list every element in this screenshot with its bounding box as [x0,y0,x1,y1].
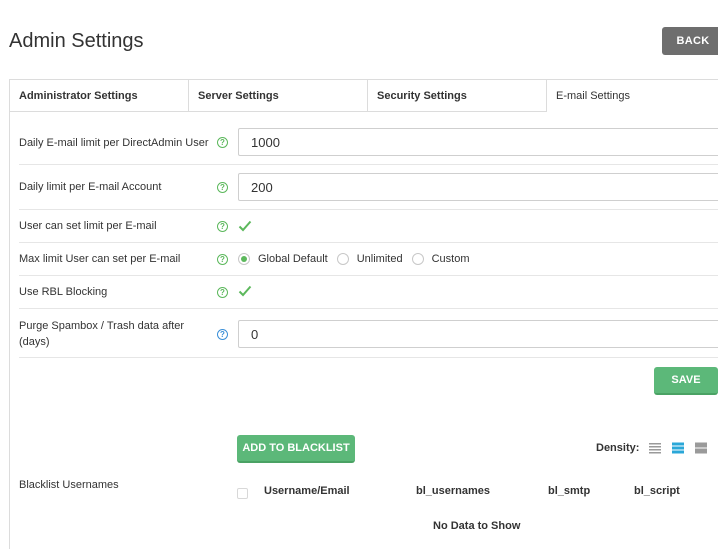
radio-label-custom: Custom [431,253,470,265]
tab-bar: Administrator Settings Server Settings S… [10,80,718,112]
purge-label: Purge Spambox / Trash data after (days) [19,318,184,350]
density-compact-icon[interactable] [649,442,662,454]
column-header-bl-smtp[interactable]: bl_smtp [548,485,590,497]
radio-custom[interactable] [411,253,424,265]
max-limit-label: Max limit User can set per E-mail [19,253,181,265]
rbl-label: Use RBL Blocking [19,286,108,298]
save-button[interactable]: SAVE [654,367,718,395]
setting-row-user-set-limit: User can set limit per E-mail ? [19,211,718,243]
setting-row-daily-limit-account: Daily limit per E-mail Account ? 200 [19,166,718,210]
empty-table-message: No Data to Show [433,520,521,532]
column-header-username[interactable]: Username/Email [264,485,350,497]
purge-label-line2: (days) [19,336,50,348]
back-button[interactable]: BACK [662,27,718,55]
settings-panel: Administrator Settings Server Settings S… [9,79,718,549]
radio-label-unlimited: Unlimited [356,253,403,265]
column-header-bl-usernames[interactable]: bl_usernames [416,485,490,497]
tab-security-settings[interactable]: Security Settings [368,80,547,112]
purge-label-line1: Purge Spambox / Trash data after [19,320,185,332]
user-set-limit-checkbox[interactable] [238,219,252,233]
setting-row-rbl: Use RBL Blocking ? [19,277,718,309]
daily-limit-user-label: Daily E-mail limit per DirectAdmin User [19,137,209,149]
density-label: Density: [596,442,640,454]
radio-label-global-default: Global Default [258,253,328,265]
blacklist-section-label: Blacklist Usernames [19,479,119,491]
setting-row-max-limit: Max limit User can set per E-mail ? Glob… [19,244,718,276]
page-title: Admin Settings [9,30,144,52]
help-icon[interactable]: ? [217,254,228,265]
rbl-checkbox[interactable] [238,284,252,298]
select-all-checkbox[interactable] [237,488,248,499]
user-set-limit-label: User can set limit per E-mail [19,220,157,232]
help-icon[interactable]: ? [217,137,228,148]
radio-global-default[interactable] [238,253,250,265]
help-icon[interactable]: ? [217,182,228,193]
column-header-bl-script[interactable]: bl_script [634,485,680,497]
setting-row-purge: Purge Spambox / Trash data after (days) … [19,310,718,358]
tab-server-settings[interactable]: Server Settings [189,80,368,112]
daily-limit-account-label: Daily limit per E-mail Account [19,181,162,193]
setting-row-daily-limit-user: Daily E-mail limit per DirectAdmin User … [19,123,718,165]
tab-administrator-settings[interactable]: Administrator Settings [10,80,189,112]
max-limit-radio-group: Global Default Unlimited Custom [238,253,478,265]
density-comfortable-icon[interactable] [695,442,708,454]
daily-limit-user-input[interactable]: 1000 [238,128,718,156]
help-icon[interactable]: ? [217,329,228,340]
help-icon[interactable]: ? [217,221,228,232]
daily-limit-account-input[interactable]: 200 [238,173,718,201]
help-icon[interactable]: ? [217,287,228,298]
density-normal-icon[interactable] [672,442,685,454]
radio-unlimited[interactable] [336,253,349,265]
density-control: Density: [596,442,718,454]
add-to-blacklist-button[interactable]: ADD TO BLACKLIST [237,435,355,463]
tab-email-settings[interactable]: E-mail Settings [547,80,718,112]
purge-days-input[interactable]: 0 [238,320,718,348]
